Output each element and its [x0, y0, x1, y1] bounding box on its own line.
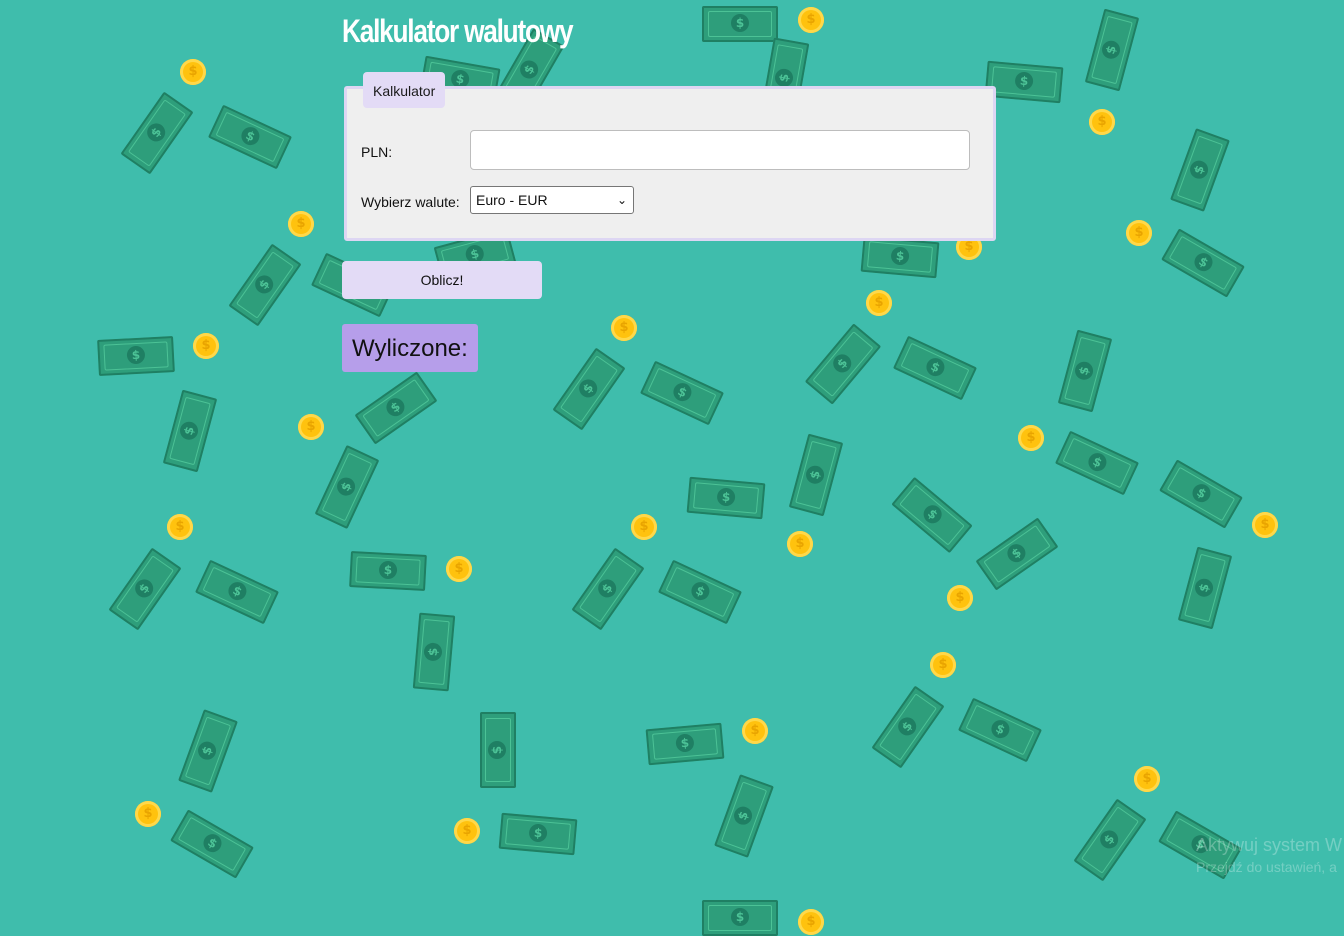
dollar-bill-icon	[984, 60, 1064, 104]
dollar-coin-icon: $	[454, 818, 480, 844]
dollar-bill-icon	[480, 712, 516, 788]
dollar-bill-icon	[178, 709, 238, 793]
dollar-coin-icon: $	[742, 718, 768, 744]
dollar-coin-icon: $	[1252, 512, 1278, 538]
dollar-bill-icon	[170, 809, 254, 879]
dollar-bill-icon	[162, 389, 218, 473]
dollar-bill-icon	[1073, 798, 1147, 882]
dollar-coin-icon: $	[866, 290, 892, 316]
dollar-bill-icon	[871, 685, 945, 769]
chevron-down-icon: ⌄	[616, 193, 627, 207]
dollar-bill-icon	[1177, 546, 1233, 630]
dollar-bill-icon	[354, 371, 438, 445]
pln-label: PLN:	[361, 144, 393, 160]
dollar-coin-icon: $	[135, 801, 161, 827]
dollar-coin-icon: $	[1089, 109, 1115, 135]
dollar-bill-icon	[1054, 430, 1140, 496]
dollar-bill-icon	[714, 774, 774, 858]
dollar-bill-icon	[1159, 459, 1243, 529]
dollar-bill-icon	[860, 235, 940, 279]
dollar-bill-icon	[686, 476, 766, 520]
dollar-bill-icon	[97, 336, 175, 376]
dollar-bill-icon	[349, 551, 427, 591]
dollar-bill-icon	[975, 517, 1059, 591]
page-title: Kalkulator walutowy	[342, 13, 574, 49]
dollar-coin-icon: $	[180, 59, 206, 85]
dollar-bill-icon	[498, 812, 578, 856]
activation-watermark: Aktywuj system W Przejdź do ustawień, a	[1196, 834, 1342, 878]
dollar-bill-icon	[194, 559, 280, 625]
dollar-bill-icon	[892, 335, 978, 401]
calculator-fieldset: Kalkulator PLN: Wybierz walute: Euro - E…	[344, 72, 996, 241]
dollar-coin-icon: $	[446, 556, 472, 582]
dollar-bill-icon	[702, 900, 778, 936]
currency-label: Wybierz walute:	[361, 194, 460, 210]
dollar-bill-icon	[1161, 228, 1245, 298]
currency-select[interactable]: Euro - EUR ⌄	[470, 186, 634, 214]
dollar-bill-icon	[957, 697, 1043, 763]
dollar-coin-icon: $	[298, 414, 324, 440]
dollar-bill-icon	[552, 347, 626, 431]
dollar-bill-icon	[788, 433, 844, 517]
watermark-subtitle: Przejdź do ustawień, a	[1196, 859, 1337, 875]
dollar-coin-icon: $	[787, 531, 813, 557]
dollar-coin-icon: $	[1018, 425, 1044, 451]
result-label: Wyliczone:	[342, 324, 478, 372]
dollar-coin-icon: $	[167, 514, 193, 540]
dollar-bill-icon	[702, 6, 778, 42]
dollar-coin-icon: $	[288, 211, 314, 237]
dollar-coin-icon: $	[611, 315, 637, 341]
dollar-bill-icon	[120, 91, 194, 175]
dollar-bill-icon	[228, 243, 302, 327]
dollar-bill-icon	[891, 476, 973, 554]
dollar-bill-icon	[108, 547, 182, 631]
dollar-coin-icon: $	[798, 7, 824, 33]
dollar-bill-icon	[207, 104, 293, 170]
pln-amount-input[interactable]	[470, 130, 970, 170]
dollar-bill-icon	[804, 323, 882, 405]
dollar-bill-icon	[657, 559, 743, 625]
dollar-coin-icon: $	[1126, 220, 1152, 246]
dollar-bill-icon	[639, 360, 725, 426]
dollar-coin-icon: $	[631, 514, 657, 540]
dollar-coin-icon: $	[1134, 766, 1160, 792]
dollar-coin-icon: $	[947, 585, 973, 611]
dollar-bill-icon	[1170, 128, 1230, 212]
dollar-bill-icon	[1057, 329, 1113, 413]
dollar-bill-icon	[645, 722, 725, 766]
dollar-coin-icon: $	[798, 909, 824, 935]
dollar-bill-icon	[412, 612, 456, 692]
currency-selected-value: Euro - EUR	[476, 192, 548, 208]
watermark-title: Aktywuj system W	[1196, 835, 1343, 855]
dollar-bill-icon	[314, 444, 380, 530]
dollar-coin-icon: $	[193, 333, 219, 359]
fieldset-legend: Kalkulator	[363, 72, 446, 108]
calculate-button[interactable]: Oblicz!	[342, 261, 542, 299]
dollar-bill-icon	[1084, 8, 1140, 92]
dollar-bill-icon	[571, 547, 645, 631]
dollar-coin-icon: $	[930, 652, 956, 678]
